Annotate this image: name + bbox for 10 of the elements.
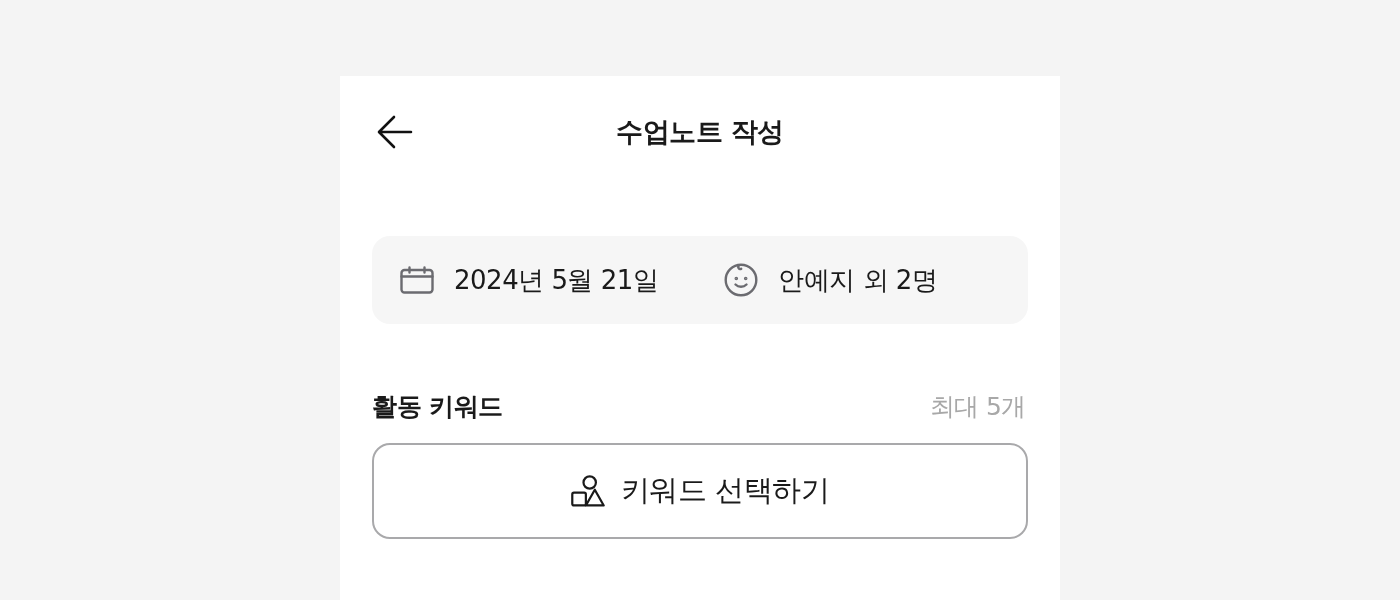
keyword-limit: 최대 5개 [929, 391, 1026, 423]
student-names: 안예지 외 2명 [778, 263, 938, 297]
calendar-icon [400, 263, 434, 297]
back-arrow-icon[interactable] [377, 114, 413, 150]
shapes-icon [570, 474, 605, 508]
page-title: 수업노트 작성 [616, 115, 784, 149]
section-title: 활동 키워드 [372, 391, 503, 423]
select-keyword-button[interactable]: 키워드 선택하기 [372, 443, 1028, 539]
child-face-icon [724, 263, 759, 297]
class-date: 2024년 5월 21일 [454, 263, 659, 297]
